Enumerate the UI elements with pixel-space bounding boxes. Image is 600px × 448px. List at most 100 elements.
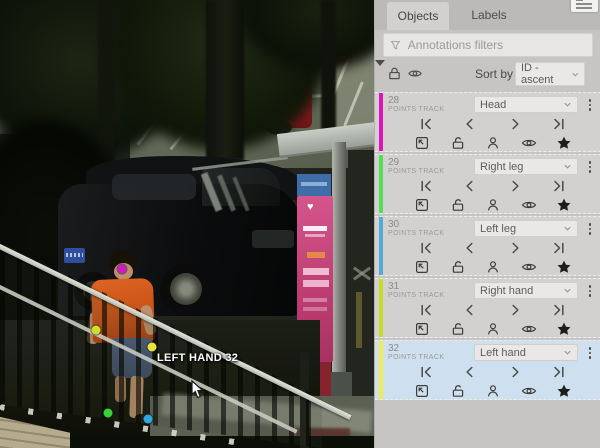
- next-keyframe-button[interactable]: [508, 365, 522, 379]
- banner-text-row: [305, 234, 325, 237]
- occluded-toggle-button[interactable]: [485, 383, 501, 399]
- outside-toggle-button[interactable]: [414, 197, 430, 213]
- object-actions: [414, 321, 572, 337]
- hidden-toggle-button[interactable]: [521, 197, 537, 213]
- object-row[interactable]: 28 POINTS TRACK Head: [375, 92, 600, 152]
- first-keyframe-button[interactable]: [419, 365, 433, 379]
- first-keyframe-button[interactable]: [419, 179, 433, 193]
- annotations-filter-box[interactable]: [383, 33, 593, 57]
- keypoint-head[interactable]: [118, 265, 127, 274]
- sort-by-label: Sort by: [475, 67, 513, 81]
- first-keyframe-button[interactable]: [419, 303, 433, 317]
- last-keyframe-button[interactable]: [552, 117, 566, 131]
- next-keyframe-button[interactable]: [508, 303, 522, 317]
- keyframe-star-button[interactable]: [556, 259, 572, 275]
- occluded-toggle-button[interactable]: [485, 321, 501, 337]
- video-frame[interactable]: ♥ L: [0, 0, 374, 448]
- object-type: POINTS TRACK: [388, 354, 444, 361]
- previous-keyframe-button[interactable]: [463, 303, 477, 317]
- object-row[interactable]: 30 POINTS TRACK Left leg: [375, 216, 600, 276]
- keyframe-star-button[interactable]: [556, 135, 572, 151]
- hidden-toggle-button[interactable]: [521, 259, 537, 275]
- annotations-filter-input[interactable]: [406, 37, 586, 53]
- outside-toggle-button[interactable]: [414, 135, 430, 151]
- last-keyframe-button[interactable]: [552, 241, 566, 255]
- lock-toggle-button[interactable]: [450, 197, 466, 213]
- hidden-toggle-button[interactable]: [521, 321, 537, 337]
- object-label-value: Left hand: [480, 347, 526, 359]
- next-keyframe-button[interactable]: [508, 241, 522, 255]
- keypoint-right-leg[interactable]: [104, 409, 113, 418]
- suv-front-rim: [170, 273, 202, 305]
- previous-keyframe-button[interactable]: [463, 179, 477, 193]
- first-keyframe-button[interactable]: [419, 117, 433, 131]
- keyframe-star-button[interactable]: [556, 321, 572, 337]
- occluded-toggle-button[interactable]: [485, 259, 501, 275]
- keypoint-right-hand[interactable]: [92, 326, 101, 335]
- object-row[interactable]: 29 POINTS TRACK Right leg: [375, 154, 600, 214]
- lock-toggle-button[interactable]: [450, 383, 466, 399]
- tab-objects[interactable]: Objects: [387, 2, 449, 30]
- panel-toggle-button[interactable]: [571, 0, 598, 12]
- next-keyframe-button[interactable]: [508, 179, 522, 193]
- object-label-value: Head: [480, 99, 506, 111]
- lock-toggle-button[interactable]: [450, 135, 466, 151]
- hide-all-icon[interactable]: [407, 66, 423, 81]
- object-menu-button[interactable]: [583, 97, 597, 113]
- panel-toggle-icon: [576, 3, 592, 5]
- object-menu-button[interactable]: [583, 283, 597, 299]
- keyframe-navigation: [419, 303, 566, 317]
- object-id: 30: [388, 219, 399, 230]
- object-id: 29: [388, 157, 399, 168]
- lock-all-icon[interactable]: [387, 66, 402, 81]
- keyframe-star-button[interactable]: [556, 197, 572, 213]
- object-type: POINTS TRACK: [388, 168, 444, 175]
- object-type: POINTS TRACK: [388, 292, 444, 299]
- outside-toggle-button[interactable]: [414, 259, 430, 275]
- object-label-select[interactable]: Head: [474, 96, 578, 113]
- last-keyframe-button[interactable]: [552, 365, 566, 379]
- next-keyframe-button[interactable]: [508, 117, 522, 131]
- tree-trunk: [98, 0, 114, 165]
- keypoint-left-hand[interactable]: [148, 343, 157, 352]
- object-label-select[interactable]: Left hand: [474, 344, 578, 361]
- expand-all-caret-icon[interactable]: [375, 60, 385, 66]
- chevron-down-icon: [563, 100, 572, 109]
- first-keyframe-button[interactable]: [419, 241, 433, 255]
- previous-keyframe-button[interactable]: [463, 117, 477, 131]
- lock-toggle-button[interactable]: [450, 321, 466, 337]
- object-type: POINTS TRACK: [388, 106, 444, 113]
- object-label-select[interactable]: Right hand: [474, 282, 578, 299]
- object-row[interactable]: 31 POINTS TRACK Right hand: [375, 278, 600, 338]
- occluded-toggle-button[interactable]: [485, 135, 501, 151]
- tree-trunk: [321, 0, 336, 132]
- object-row[interactable]: 32 POINTS TRACK Left hand: [375, 340, 600, 400]
- hidden-toggle-button[interactable]: [521, 135, 537, 151]
- occluded-toggle-button[interactable]: [485, 197, 501, 213]
- object-label-value: Left leg: [480, 223, 516, 235]
- object-menu-button[interactable]: [583, 345, 597, 361]
- banner-heart-logo: ♥: [307, 202, 314, 213]
- object-label-select[interactable]: Left leg: [474, 220, 578, 237]
- last-keyframe-button[interactable]: [552, 179, 566, 193]
- previous-keyframe-button[interactable]: [463, 241, 477, 255]
- keypoint-left-leg[interactable]: [144, 415, 153, 424]
- banner-text-row: [303, 298, 327, 302]
- outside-toggle-button[interactable]: [414, 321, 430, 337]
- object-type: POINTS TRACK: [388, 230, 444, 237]
- panel-toggle-icon: [576, 0, 583, 1]
- keyframe-star-button[interactable]: [556, 383, 572, 399]
- tab-labels[interactable]: Labels: [461, 0, 517, 30]
- object-menu-button[interactable]: [583, 221, 597, 237]
- keyframe-navigation: [419, 365, 566, 379]
- previous-keyframe-button[interactable]: [463, 365, 477, 379]
- sort-order-select[interactable]: ID - ascent: [515, 62, 585, 86]
- object-id: 32: [388, 343, 399, 354]
- outside-toggle-button[interactable]: [414, 383, 430, 399]
- object-label-select[interactable]: Right leg: [474, 158, 578, 175]
- object-menu-button[interactable]: [583, 159, 597, 175]
- hidden-toggle-button[interactable]: [521, 383, 537, 399]
- last-keyframe-button[interactable]: [552, 303, 566, 317]
- lock-toggle-button[interactable]: [450, 259, 466, 275]
- banner-text-row: [303, 226, 327, 231]
